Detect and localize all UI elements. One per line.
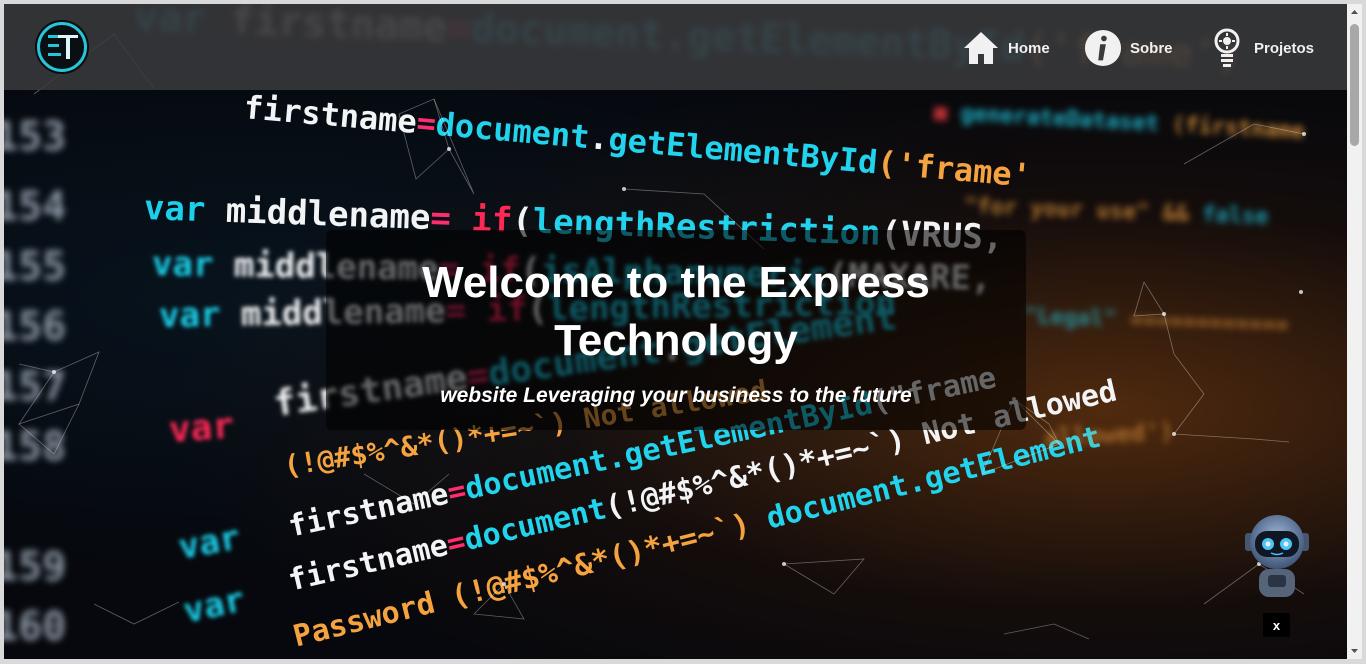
hero-card: Welcome to the Express Technology websit… — [326, 230, 1026, 430]
nav-home[interactable]: Home — [962, 26, 1050, 70]
nav-sobre-label: Sobre — [1130, 39, 1173, 57]
chatbot-close-button[interactable]: x — [1263, 613, 1290, 637]
hero-title: Welcome to the Express Technology — [422, 258, 930, 365]
robot-icon — [1245, 515, 1309, 597]
scroll-up-arrow-icon[interactable] — [1347, 4, 1362, 20]
scrollbar-thumb[interactable] — [1350, 24, 1359, 146]
nav-projetos[interactable]: Projetos — [1208, 26, 1314, 70]
scroll-down-arrow-icon[interactable] — [1347, 643, 1362, 659]
lightbulb-icon — [1208, 28, 1246, 68]
vertical-scrollbar[interactable] — [1347, 4, 1362, 659]
page-viewport: var firstname=document.getElementById('f… — [4, 4, 1347, 659]
nav-home-label: Home — [1008, 39, 1050, 57]
top-navbar: Home Sobre Projetos — [4, 4, 1347, 90]
hero-subtitle: website Leveraging your business to the … — [440, 384, 912, 407]
et-logo-icon[interactable] — [37, 22, 87, 72]
info-icon — [1084, 28, 1122, 68]
home-icon — [962, 28, 1000, 68]
nav-projetos-label: Projetos — [1254, 39, 1315, 57]
nav-sobre[interactable]: Sobre — [1084, 26, 1173, 70]
chatbot-launcher[interactable] — [1241, 511, 1313, 601]
